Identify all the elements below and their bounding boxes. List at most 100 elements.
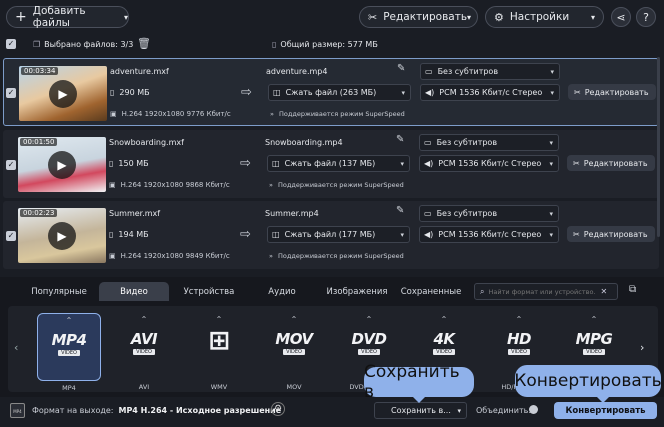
add-format-icon[interactable]: ⧉: [629, 284, 636, 295]
tab-2[interactable]: Устройства: [173, 282, 245, 301]
edit-file-button[interactable]: ✂ Редактировать: [567, 155, 655, 171]
output-settings-icon[interactable]: ⚙: [271, 402, 285, 416]
settings-button[interactable]: ⚙ Настройки ▾: [485, 6, 604, 28]
tab-0[interactable]: Популярные: [24, 282, 94, 301]
subtitles-icon: ▭: [424, 138, 432, 147]
subtitles-dropdown[interactable]: ▭ Без субтитров ▾: [419, 134, 559, 151]
audio-dropdown[interactable]: ◀) PCM 1536 Кбит/с Стерео ▾: [420, 84, 560, 101]
help-icon[interactable]: ?: [636, 7, 656, 27]
chevron-down-icon: ▾: [400, 230, 404, 239]
clear-icon[interactable]: ✕: [600, 287, 607, 296]
search-input[interactable]: [488, 287, 597, 296]
rename-icon[interactable]: ✎: [396, 205, 404, 216]
video-icon: ▣: [109, 252, 116, 260]
chevron-up-icon[interactable]: ⌃: [366, 315, 373, 324]
right-arrow-icon[interactable]: ›: [640, 341, 644, 354]
file-row[interactable]: 00:03:34 ▶ adventure.mxf ▯ 290 МБ ▣ H.264 …: [3, 58, 659, 126]
tab-3[interactable]: Аудио: [246, 282, 318, 301]
format-logo-sub: VIDEO: [433, 349, 455, 355]
file-checkbox[interactable]: ✓: [6, 88, 16, 98]
output-name: Snowboarding.mp4: [265, 138, 343, 147]
format-logo-sub: VIDEO: [358, 349, 380, 355]
chevron-up-icon[interactable]: ⌃: [141, 315, 148, 324]
chevron-down-icon: ▾: [550, 88, 554, 97]
video-thumbnail[interactable]: 00:01:50 ▶: [18, 137, 106, 192]
edit-file-label: Редактировать: [583, 229, 648, 239]
format-logo: MOV: [275, 330, 313, 348]
edit-file-button[interactable]: ✂ Редактировать: [568, 84, 656, 100]
tools-icon: ✂: [368, 10, 378, 24]
plus-icon: +: [15, 9, 27, 25]
subtitles-label: Без субтитров: [436, 138, 498, 147]
compress-dropdown[interactable]: ◫ Сжать файл (177 МБ) ▾: [267, 226, 410, 243]
settings-label: Настройки: [509, 11, 570, 23]
chevron-down-icon: ▾: [549, 138, 553, 147]
selected-count: ❐ Выбрано файлов: 3/3: [33, 40, 133, 49]
chevron-down-icon: ▾: [549, 209, 553, 218]
chevron-down-icon: ▾: [457, 406, 461, 415]
video-thumbnail[interactable]: 00:03:34 ▶: [19, 66, 107, 121]
format-1[interactable]: ⌃ AVI VIDEO AVI: [112, 313, 176, 391]
source-size: ▯ 150 МБ: [109, 159, 149, 168]
chevron-up-icon[interactable]: ⌃: [66, 316, 73, 325]
tab-5[interactable]: Сохраненные: [396, 282, 466, 301]
compress-icon: ◫: [272, 159, 280, 168]
chevron-up-icon[interactable]: ⌃: [216, 315, 223, 324]
audio-dropdown[interactable]: ◀) PCM 1536 Кбит/с Стерео ▾: [419, 226, 559, 243]
format-logo-sub: VIDEO: [58, 350, 80, 356]
format-logo: AVI: [130, 330, 158, 348]
output-format-value: MP4 H.264 - Исходное разрешение: [118, 406, 282, 415]
speaker-icon: ◀): [425, 88, 435, 97]
output-format-label: Формат на выходе:: [32, 406, 114, 415]
save-to-dropdown[interactable]: Сохранить в... ▾: [374, 402, 467, 419]
chevron-down-icon: ▾: [401, 88, 405, 97]
merge-toggle[interactable]: [529, 405, 538, 414]
file-row[interactable]: 00:02:23 ▶ Summer.mxf ▯ 194 МБ ▣ H.264 192…: [3, 201, 659, 269]
superspeed-text: Поддерживается режим SuperSpeed: [278, 110, 405, 118]
convert-button[interactable]: Конвертировать: [554, 402, 657, 419]
chevron-up-icon[interactable]: ⌃: [591, 315, 598, 324]
format-0[interactable]: ⌃ MP4 VIDEO MP4: [37, 313, 101, 392]
source-name: adventure.mxf: [110, 67, 169, 76]
superspeed: » Поддерживается режим SuperSpeed: [269, 252, 404, 260]
audio-label: PCM 1536 Кбит/с Стерео: [438, 159, 542, 168]
file-icon: ▯: [109, 230, 114, 239]
format-logo: MP4: [51, 331, 87, 349]
play-icon[interactable]: ▶: [48, 151, 76, 179]
format-2[interactable]: ⌃ ⊞ WMV: [187, 313, 251, 391]
edit-button[interactable]: ✂ Редактировать ▾: [359, 6, 478, 28]
source-info: ▣ H.264 1920x1080 9849 Кбит/с: [109, 252, 230, 260]
chevron-up-icon[interactable]: ⌃: [291, 315, 298, 324]
scrollbar[interactable]: [657, 57, 660, 237]
tab-1[interactable]: Видео: [99, 282, 169, 301]
share-icon[interactable]: ⋖: [611, 7, 631, 27]
play-icon[interactable]: ▶: [48, 222, 76, 250]
output-format-icon: MP4: [10, 403, 25, 418]
trash-icon[interactable]: 🗑: [137, 37, 151, 50]
format-search[interactable]: ⌕ ✕: [474, 283, 618, 300]
rename-icon[interactable]: ✎: [397, 63, 405, 74]
format-3[interactable]: ⌃ MOV VIDEO MOV: [262, 313, 326, 391]
edit-file-button[interactable]: ✂ Редактировать: [567, 226, 655, 242]
select-all-checkbox[interactable]: ✓: [6, 39, 16, 49]
compress-dropdown[interactable]: ◫ Сжать файл (137 МБ) ▾: [267, 155, 410, 172]
file-checkbox[interactable]: ✓: [6, 231, 16, 241]
audio-dropdown[interactable]: ◀) PCM 1536 Кбит/с Стерео ▾: [419, 155, 559, 172]
subtitles-dropdown[interactable]: ▭ Без субтитров ▾: [419, 205, 559, 222]
add-files-button[interactable]: + Добавить файлы ▾: [6, 5, 129, 29]
play-icon[interactable]: ▶: [49, 80, 77, 108]
format-label: AVI: [138, 383, 150, 391]
left-arrow-icon[interactable]: ‹: [14, 341, 18, 354]
video-thumbnail[interactable]: 00:02:23 ▶: [18, 208, 106, 263]
subtitles-dropdown[interactable]: ▭ Без субтитров ▾: [420, 63, 560, 80]
search-icon: ⌕: [480, 286, 485, 296]
tab-4[interactable]: Изображения: [321, 282, 393, 301]
file-checkbox[interactable]: ✓: [6, 160, 16, 170]
chevron-up-icon[interactable]: ⌃: [516, 315, 523, 324]
chevron-down-icon: ▾: [123, 12, 128, 22]
rename-icon[interactable]: ✎: [396, 134, 404, 145]
compress-dropdown[interactable]: ◫ Сжать файл (263 МБ) ▾: [268, 84, 411, 101]
file-row[interactable]: 00:01:50 ▶ Snowboarding.mxf ▯ 150 МБ ▣ H.2…: [3, 130, 659, 198]
chevron-up-icon[interactable]: ⌃: [441, 315, 448, 324]
audio-label: PCM 1536 Кбит/с Стерео: [439, 88, 543, 97]
